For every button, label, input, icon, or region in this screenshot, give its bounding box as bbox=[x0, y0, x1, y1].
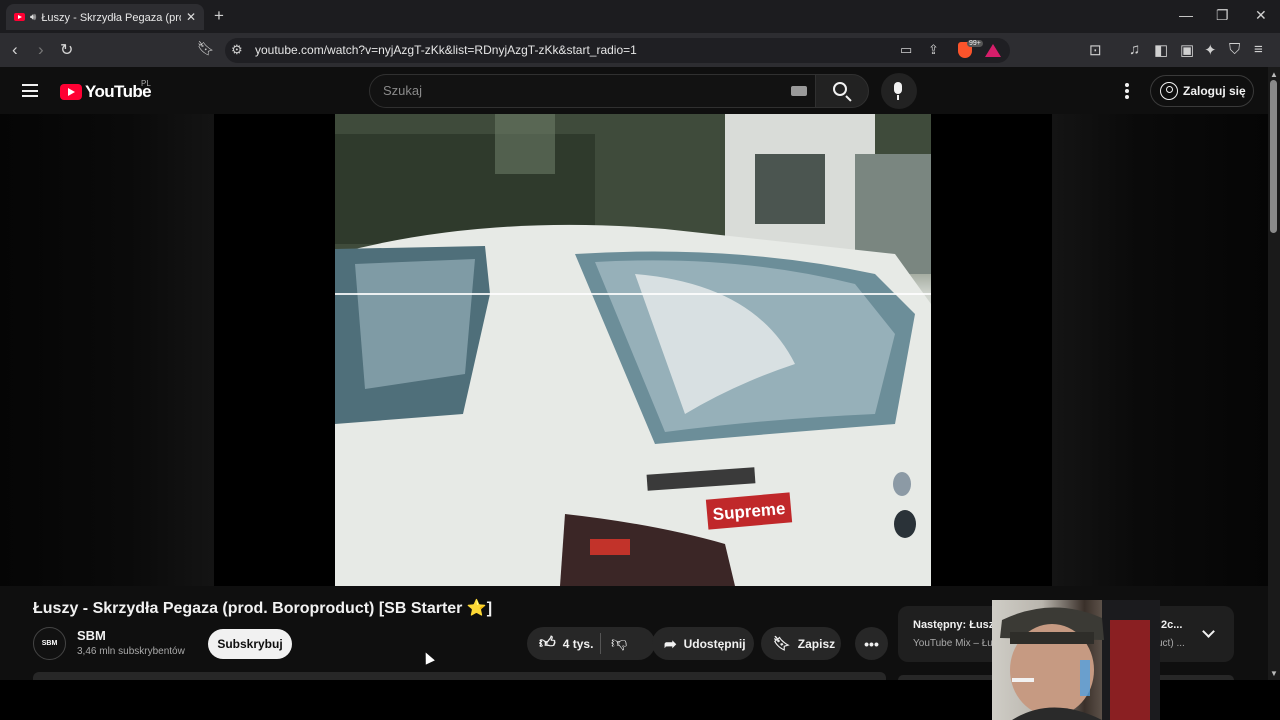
close-window-icon[interactable]: ✕ bbox=[1255, 7, 1267, 24]
vpn-icon[interactable]: ⛉ bbox=[1229, 41, 1240, 58]
subscriber-count: 3,46 mln subskrybentów bbox=[77, 646, 185, 657]
video-frame-image: Supreme bbox=[335, 114, 931, 586]
url-text[interactable]: youtube.com/watch?v=nyjAzgT-zKk&list=RDn… bbox=[255, 43, 637, 57]
dislike-button[interactable]: 👎︎ bbox=[611, 634, 627, 653]
site-settings-icon[interactable]: ⚙ bbox=[231, 42, 243, 58]
youtube-favicon-icon bbox=[14, 13, 25, 21]
media-icon[interactable]: ♫ bbox=[1129, 41, 1140, 58]
speaker-icon[interactable]: 🔊︎ bbox=[30, 12, 36, 23]
browser-menu-icon[interactable]: ≡ bbox=[1254, 41, 1263, 58]
more-horizontal-icon: ••• bbox=[864, 635, 879, 652]
like-dislike-group: 👍︎ 4 tys. bbox=[527, 627, 655, 660]
sign-in-label: Zaloguj się bbox=[1183, 84, 1246, 98]
microphone-icon-stem bbox=[897, 95, 899, 100]
keyboard-icon[interactable] bbox=[791, 86, 807, 96]
guide-menu-icon[interactable] bbox=[22, 84, 38, 97]
up-next-label: Następny: Łuszy bbox=[913, 619, 1001, 631]
sign-in-button[interactable]: Zaloguj się bbox=[1150, 75, 1254, 107]
settings-kebab-icon[interactable] bbox=[1125, 83, 1129, 101]
new-tab-button[interactable]: + bbox=[214, 6, 224, 26]
save-button[interactable]: 🔖︎ Zapisz bbox=[761, 627, 841, 660]
webcam-image bbox=[1000, 600, 1160, 720]
restore-icon[interactable]: ❐ bbox=[1216, 7, 1229, 24]
webcam-overlay bbox=[992, 600, 1160, 720]
up-next-title-tail: 2c... bbox=[1161, 619, 1183, 631]
sidebar-icon[interactable]: ◧ bbox=[1154, 41, 1168, 59]
share-icon: ➦ bbox=[664, 635, 677, 653]
share-label: Udostępnij bbox=[683, 636, 746, 651]
country-code: PL bbox=[141, 79, 151, 88]
channel-avatar[interactable]: SBM bbox=[33, 627, 66, 660]
minimize-icon[interactable]: — bbox=[1179, 7, 1193, 23]
search-input[interactable] bbox=[369, 74, 816, 108]
brave-rewards-icon[interactable] bbox=[985, 44, 1001, 57]
browser-tab[interactable]: 🔊︎ Łuszy - Skrzydła Pegaza (prod. Boropr… bbox=[6, 4, 204, 30]
mouse-cursor-icon bbox=[421, 650, 435, 665]
subscribe-button[interactable]: Subskrybuj bbox=[208, 629, 292, 659]
account-icon bbox=[1160, 82, 1178, 100]
video-frame[interactable]: Supreme bbox=[335, 114, 931, 586]
back-icon[interactable]: ‹ bbox=[12, 40, 18, 60]
thumbs-up-icon: 👍︎ bbox=[539, 635, 556, 652]
youtube-play-icon bbox=[60, 84, 82, 100]
like-count: 4 tys. bbox=[562, 636, 594, 651]
description-box[interactable] bbox=[33, 672, 886, 680]
ambient-right bbox=[1052, 114, 1268, 586]
shields-count-badge: 99+ bbox=[967, 40, 983, 47]
reload-icon[interactable]: ↻ bbox=[60, 40, 73, 60]
search-icon bbox=[833, 82, 847, 96]
scroll-down-icon[interactable]: ▼ bbox=[1270, 669, 1278, 678]
ambient-left bbox=[0, 114, 214, 586]
save-label: Zapisz bbox=[797, 636, 836, 651]
bookmark-icon[interactable]: 🔖︎ bbox=[197, 40, 215, 57]
close-tab-icon[interactable]: ✕ bbox=[186, 10, 196, 24]
scrollbar-thumb[interactable] bbox=[1270, 80, 1277, 233]
search-placeholder: Szukaj bbox=[383, 83, 423, 98]
scroll-up-icon[interactable]: ▲ bbox=[1270, 70, 1278, 79]
up-next-sub-tail: uct) ... bbox=[1157, 638, 1185, 649]
wallet-icon[interactable]: ▣ bbox=[1180, 41, 1194, 59]
save-icon: 🔖︎ bbox=[773, 635, 791, 651]
tab-title: Łuszy - Skrzydła Pegaza (prod. Boroprodu… bbox=[41, 11, 181, 24]
forward-icon[interactable]: › bbox=[38, 40, 44, 60]
like-button[interactable]: 👍︎ 4 tys. bbox=[539, 634, 593, 653]
more-actions-button[interactable]: ••• bbox=[855, 627, 888, 660]
like-divider bbox=[600, 633, 601, 654]
youtube-logo[interactable]: YouTube bbox=[60, 82, 152, 102]
microphone-icon bbox=[894, 82, 902, 94]
video-title: Łuszy - Skrzydła Pegaza (prod. Boroprodu… bbox=[33, 600, 493, 617]
screenshot-icon[interactable]: ⊡ bbox=[1089, 41, 1102, 59]
channel-name[interactable]: SBM bbox=[77, 628, 106, 643]
share-page-icon[interactable]: ⇪ bbox=[928, 42, 939, 58]
leo-ai-icon[interactable]: ✦ bbox=[1204, 41, 1217, 59]
share-button[interactable]: ➦ Udostępnij bbox=[652, 627, 754, 660]
thumbs-down-icon: 👎︎ bbox=[611, 635, 628, 652]
cast-icon[interactable]: ▭ bbox=[900, 42, 912, 58]
